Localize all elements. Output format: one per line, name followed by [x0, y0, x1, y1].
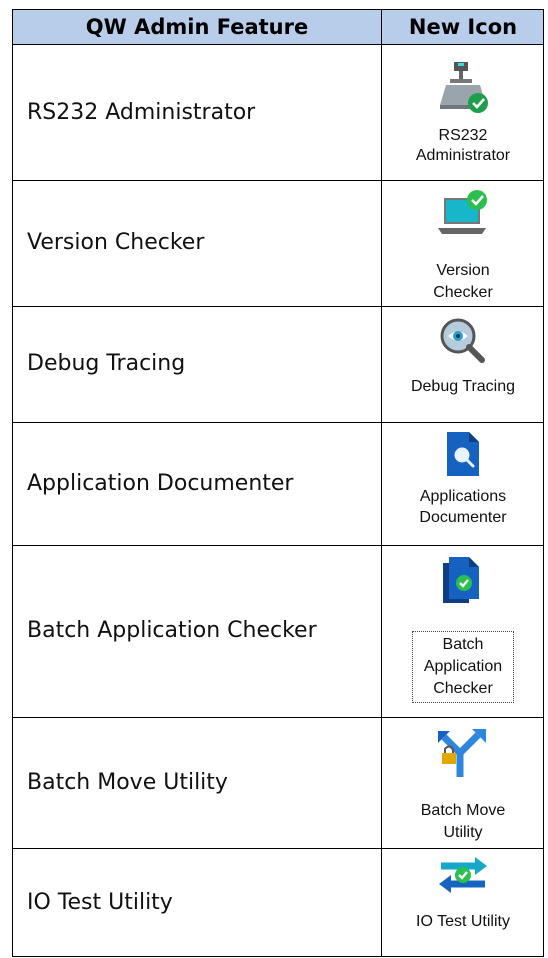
icon-caption-line: Documenter: [419, 509, 507, 526]
feature-name: RS232 Administrator: [27, 99, 256, 125]
icon-caption-line: Checker: [433, 680, 493, 697]
icon-cell: Debug Tracing: [382, 306, 544, 422]
icon-caption-line: RS232: [438, 127, 488, 144]
icon-cell: IO Test Utility: [382, 848, 544, 957]
icon-caption-line: Applications: [419, 488, 507, 505]
laptop-check-icon[interactable]: [432, 186, 494, 248]
icon-caption-line: Debug Tracing: [410, 378, 516, 395]
icon-caption-line: Utility: [443, 824, 483, 841]
icon-caption-line: Batch: [442, 636, 484, 653]
feature-name: Batch Move Utility: [27, 769, 228, 795]
feature-name: Application Documenter: [27, 470, 294, 496]
table-row: Batch Application Checker Batch Applicat…: [13, 545, 543, 718]
feature-name: IO Test Utility: [27, 889, 173, 915]
feature-icon-table: QW Admin Feature New Icon RS232 Administ…: [12, 9, 544, 957]
table-row: RS232 Administrator RS232 Administrator: [13, 45, 543, 181]
icon-caption-line: Version: [436, 262, 490, 279]
swap-arrows-check-icon[interactable]: [437, 854, 489, 898]
table-row: Version Checker Version Checker: [13, 180, 543, 307]
icon-caption-line: Application: [423, 658, 503, 675]
icon-caption-line: Batch Move: [420, 802, 506, 819]
document-search-icon[interactable]: [443, 430, 483, 478]
feature-name: Debug Tracing: [27, 351, 186, 376]
table-row: IO Test Utility IO Test Utility: [13, 848, 543, 957]
icon-cell: Version Checker: [382, 180, 544, 306]
table-header: QW Admin Feature New Icon: [13, 10, 543, 45]
feature-column-header: QW Admin Feature: [85, 15, 309, 39]
scale-check-icon[interactable]: [432, 57, 494, 119]
table-row: Batch Move Utility Batch Move Utility: [13, 717, 543, 849]
icon-cell: RS232 Administrator: [382, 45, 544, 180]
icon-caption-line: IO Test Utility: [416, 913, 510, 930]
icon-cell: Batch Application Checker: [382, 545, 544, 717]
icon-caption-line: Checker: [433, 284, 493, 301]
feature-name: Batch Application Checker: [27, 618, 317, 643]
icon-cell: Batch Move Utility: [382, 717, 544, 848]
icon-caption-line: Administrator: [415, 147, 511, 164]
icon-column-header: New Icon: [408, 15, 518, 39]
table-row: Debug Tracing Debug Tracing: [13, 306, 543, 423]
magnifier-eye-icon[interactable]: [438, 316, 488, 366]
split-arrow-lock-icon[interactable]: [436, 727, 490, 781]
feature-name: Version Checker: [27, 230, 205, 255]
icon-cell: Applications Documenter: [382, 422, 544, 545]
documents-check-icon[interactable]: [441, 555, 485, 605]
table-row: Application Documenter Applications Docu…: [13, 422, 543, 546]
